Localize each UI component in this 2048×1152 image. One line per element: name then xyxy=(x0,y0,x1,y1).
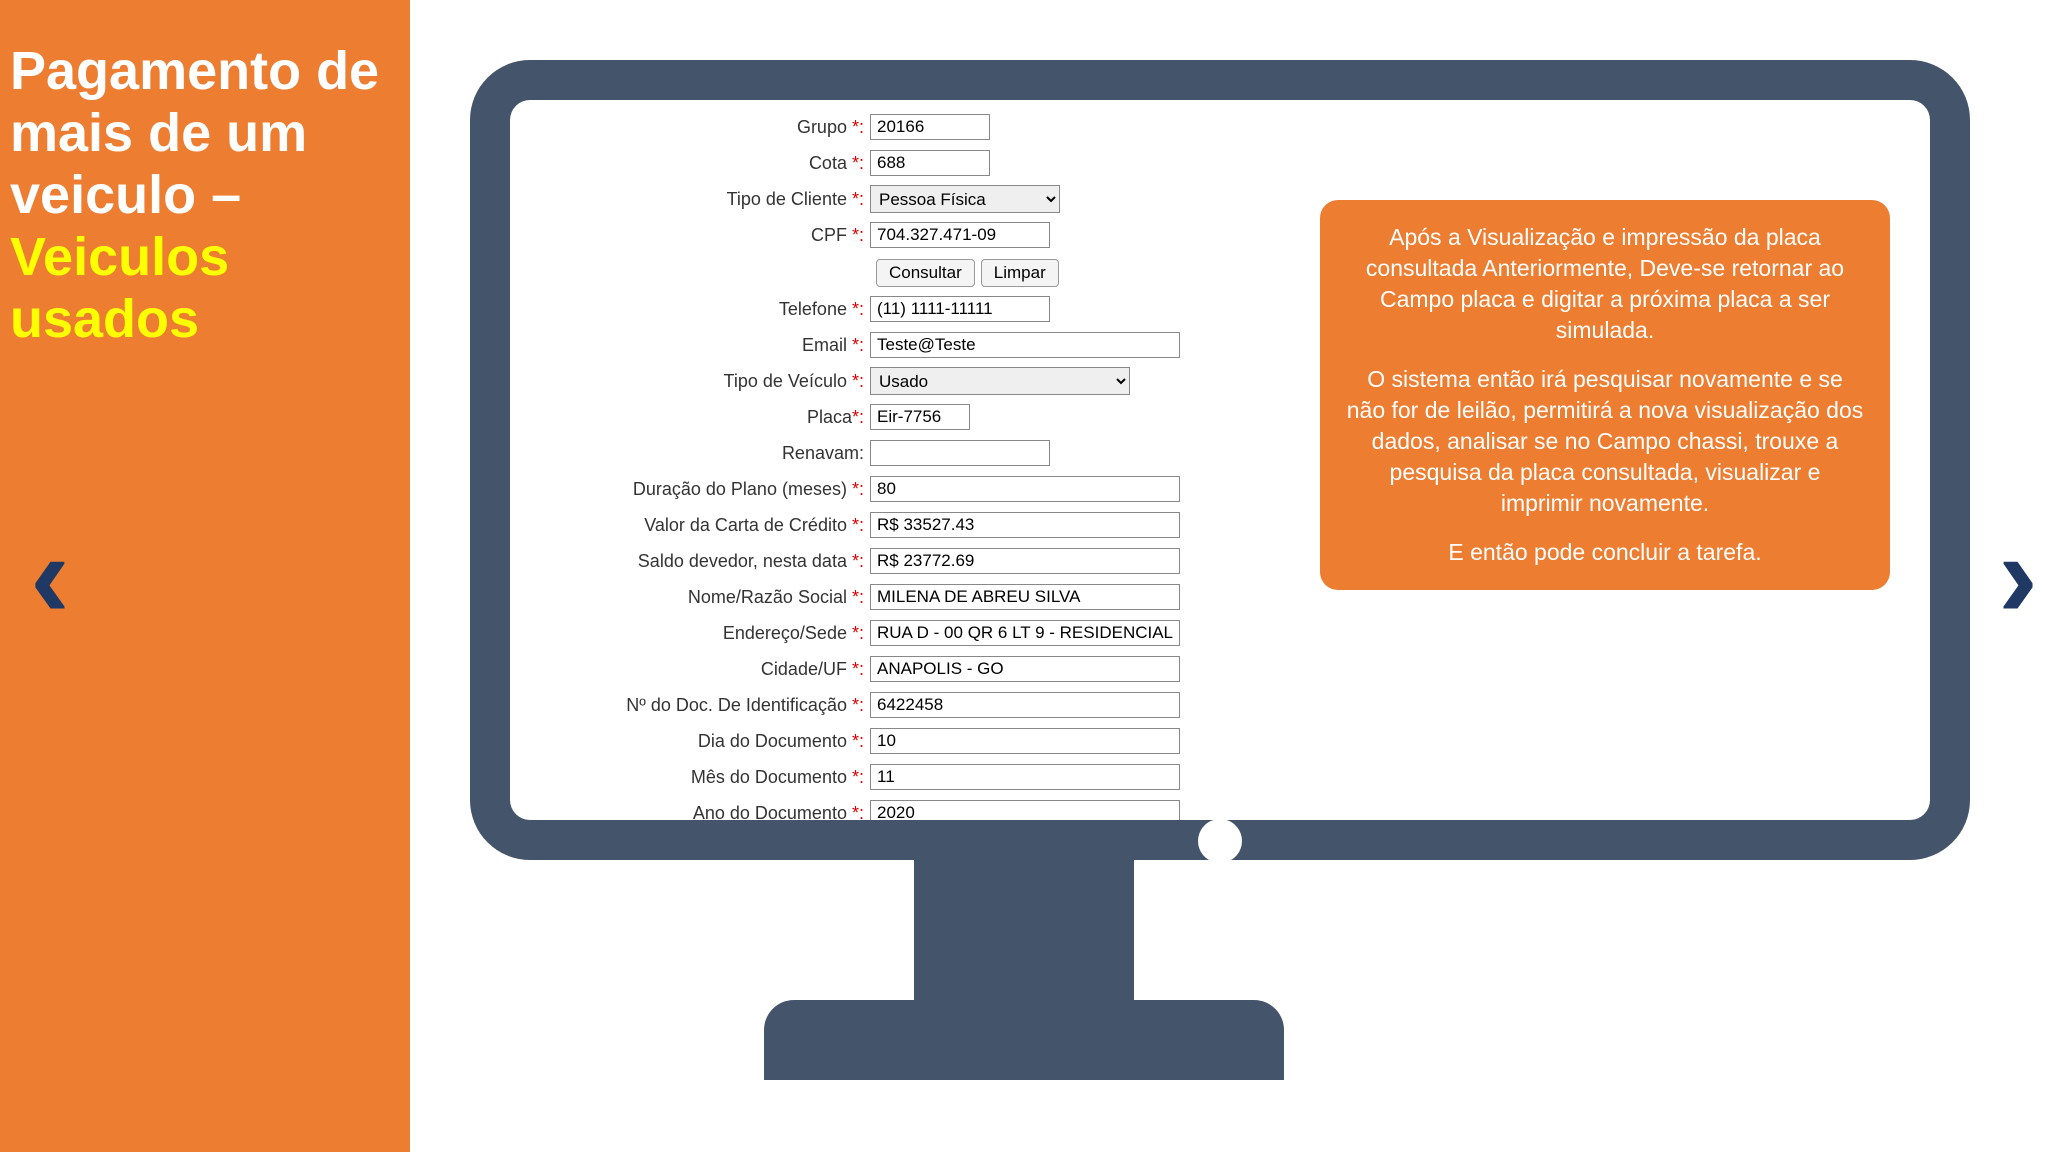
monitor-power-icon xyxy=(1198,819,1242,863)
sidebar-title: Pagamento de mais de um veiculo – Veicul… xyxy=(10,40,390,350)
sidebar-title-yellow: Veiculos usados xyxy=(10,227,229,349)
nome-input[interactable] xyxy=(870,584,1180,610)
duracao-input[interactable] xyxy=(870,476,1180,502)
tipo-veiculo-select[interactable]: Usado xyxy=(870,367,1130,395)
valor-carta-input[interactable] xyxy=(870,512,1180,538)
cpf-input[interactable] xyxy=(870,222,1050,248)
nome-label: Nome/Razão Social *: xyxy=(540,587,870,608)
monitor-stand-base xyxy=(764,1000,1284,1080)
valor-carta-label: Valor da Carta de Crédito *: xyxy=(540,515,870,536)
dia-doc-input[interactable] xyxy=(870,728,1180,754)
duracao-label: Duração do Plano (meses) *: xyxy=(540,479,870,500)
saldo-label: Saldo devedor, nesta data *: xyxy=(540,551,870,572)
dia-doc-label: Dia do Documento *: xyxy=(540,731,870,752)
monitor-screen: Grupo *: Cota *: Tipo de Cliente *: Pess… xyxy=(510,100,1930,820)
ano-doc-input[interactable] xyxy=(870,800,1180,820)
endereco-input[interactable] xyxy=(870,620,1180,646)
grupo-label: Grupo *: xyxy=(540,117,870,138)
renavam-input[interactable] xyxy=(870,440,1050,466)
tipo-veiculo-label: Tipo de Veículo *: xyxy=(540,371,870,392)
cidade-label: Cidade/UF *: xyxy=(540,659,870,680)
consultar-button[interactable]: Consultar xyxy=(876,259,975,287)
next-button[interactable]: › xyxy=(1998,516,2038,636)
email-input[interactable] xyxy=(870,332,1180,358)
callout-p1: Após a Visualização e impressão da placa… xyxy=(1346,222,1864,346)
saldo-input[interactable] xyxy=(870,548,1180,574)
callout-p2: O sistema então irá pesquisar novamente … xyxy=(1346,364,1864,519)
form-area: Grupo *: Cota *: Tipo de Cliente *: Pess… xyxy=(540,110,1300,820)
ano-doc-label: Ano do Documento *: xyxy=(540,803,870,821)
doc-id-input[interactable] xyxy=(870,692,1180,718)
doc-id-label: Nº do Doc. De Identificação *: xyxy=(540,695,870,716)
email-label: Email *: xyxy=(540,335,870,356)
instruction-callout: Após a Visualização e impressão da placa… xyxy=(1320,200,1890,590)
telefone-label: Telefone *: xyxy=(540,299,870,320)
tipo-cliente-label: Tipo de Cliente *: xyxy=(540,189,870,210)
placa-input[interactable] xyxy=(870,404,970,430)
monitor-stand-neck xyxy=(914,858,1134,1018)
cota-input[interactable] xyxy=(870,150,990,176)
cpf-label: CPF *: xyxy=(540,225,870,246)
renavam-label: Renavam: xyxy=(540,443,870,464)
sidebar-title-white: Pagamento de mais de um veiculo – xyxy=(10,41,379,225)
monitor-frame: Grupo *: Cota *: Tipo de Cliente *: Pess… xyxy=(470,60,1970,860)
mes-doc-input[interactable] xyxy=(870,764,1180,790)
mes-doc-label: Mês do Documento *: xyxy=(540,767,870,788)
prev-button[interactable]: ‹ xyxy=(30,516,70,636)
callout-p3: E então pode concluir a tarefa. xyxy=(1346,537,1864,568)
cidade-input[interactable] xyxy=(870,656,1180,682)
endereco-label: Endereço/Sede *: xyxy=(540,623,870,644)
limpar-button[interactable]: Limpar xyxy=(981,259,1059,287)
telefone-input[interactable] xyxy=(870,296,1050,322)
placa-label: Placa*: xyxy=(540,407,870,428)
cota-label: Cota *: xyxy=(540,153,870,174)
slide: Pagamento de mais de um veiculo – Veicul… xyxy=(0,0,2048,1152)
grupo-input[interactable] xyxy=(870,114,990,140)
tipo-cliente-select[interactable]: Pessoa Física xyxy=(870,185,1060,213)
